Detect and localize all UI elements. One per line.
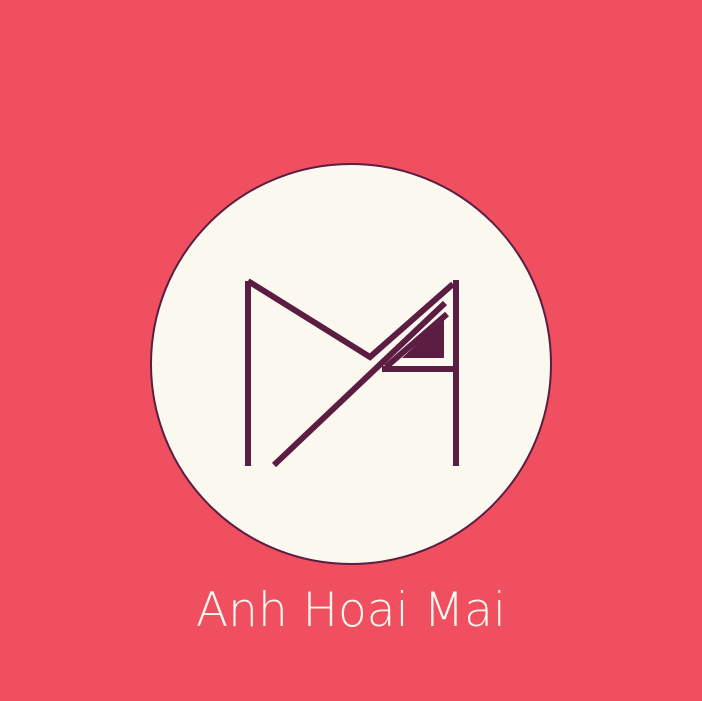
brand-name: Anh Hoai Mai	[196, 583, 506, 638]
logo-canvas: Anh Hoai Mai	[0, 0, 702, 701]
badge-circle	[150, 163, 552, 565]
